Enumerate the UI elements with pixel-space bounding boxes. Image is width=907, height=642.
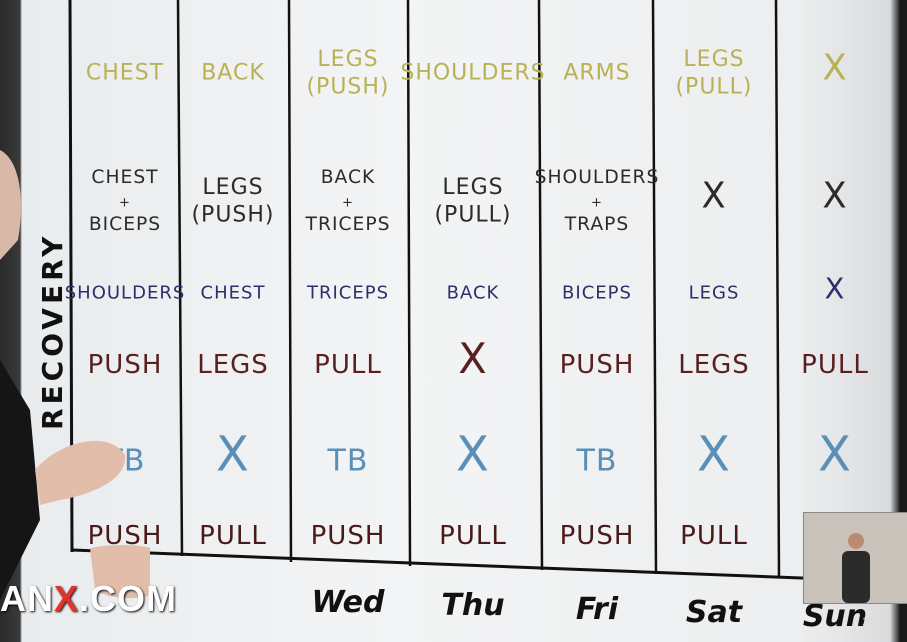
brand-text: AN — [0, 578, 54, 619]
workout-cell-text: PULL — [314, 350, 382, 380]
workout-cell-text: (PULL) — [434, 202, 511, 227]
day-label: Sun — [803, 599, 867, 634]
workout-cell-text: PUSH — [311, 521, 386, 551]
workout-cell-text: PUSH — [560, 521, 635, 551]
workout-cell-text: LEGS — [678, 350, 750, 380]
workout-cell-text: LEGS — [442, 175, 503, 200]
rest-mark: X — [701, 176, 726, 217]
day-label: Sat — [686, 595, 744, 630]
workout-cell-text: PULL — [801, 350, 869, 380]
video-timestamp: 13:11 — [862, 616, 889, 628]
workout-cell-text: BACK — [447, 282, 500, 303]
presenter-thumbnail-figure — [842, 533, 870, 603]
day-label: Wed — [312, 585, 386, 620]
workout-cell-text: SHOULDERS — [400, 61, 545, 86]
rest-mark: X — [216, 427, 250, 483]
workout-cell-text: + — [342, 196, 354, 211]
workout-cell-text: TRAPS — [564, 214, 630, 235]
column-divider — [651, 0, 658, 575]
video-frame: RECOVERY CHEST BACK LEGS (PUSH) SHOULDERS ARM… — [0, 0, 907, 642]
brand-watermark: ANX.COM — [0, 578, 177, 620]
workout-cell-text: PULL — [680, 521, 748, 551]
workout-cell-text: PUSH — [560, 350, 635, 380]
workout-cell-text: TRICEPS — [305, 214, 391, 235]
rest-mark: X — [822, 48, 847, 89]
workout-cell-text: LEGS — [317, 47, 378, 72]
presenter-silhouette — [0, 150, 150, 600]
workout-cell-text: CHEST — [201, 282, 266, 303]
workout-cell-text: BICEPS — [562, 282, 632, 303]
rest-mark: X — [458, 334, 488, 383]
column-divider — [176, 0, 184, 557]
workout-cell-text: LEGS — [197, 350, 269, 380]
workout-cell-text: (PUSH) — [306, 74, 389, 99]
workout-cell-text: PULL — [439, 521, 507, 551]
brand-accent: X — [54, 578, 80, 619]
rest-mark: X — [456, 427, 490, 483]
workout-cell-text: (PULL) — [675, 74, 752, 99]
workout-cell-text: BACK — [201, 61, 265, 86]
workout-cell-text: TB — [576, 444, 618, 479]
column-divider — [774, 0, 781, 579]
workout-cell-text: (PUSH) — [191, 202, 274, 227]
workout-cell-text: PULL — [199, 521, 267, 551]
rest-mark: X — [697, 427, 731, 483]
workout-cell-text: TB — [327, 444, 369, 479]
workout-cell-text: LEGS — [689, 282, 740, 303]
workout-cell-text: SHOULDERS — [535, 167, 660, 188]
workout-cell-text: + — [591, 196, 603, 211]
workout-cell-text: LEGS — [202, 175, 263, 200]
workout-grid: CHEST BACKLEGS(PUSH)SHOULDERS ARMSLEGS(PUL… — [65, 47, 869, 554]
rest-mark: X — [825, 271, 846, 305]
column-divider — [287, 0, 293, 563]
workout-cell-text: BACK — [321, 167, 376, 188]
workout-cell-text: ARMS — [563, 61, 630, 86]
board-bottom-line — [71, 548, 907, 584]
day-label: Thu — [441, 588, 504, 623]
brand-domain: .COM — [79, 578, 178, 619]
day-label: Fri — [576, 592, 619, 627]
video-thumbnail[interactable] — [803, 512, 907, 604]
rest-mark: X — [818, 427, 852, 483]
workout-cell-text: TRICEPS — [306, 282, 389, 303]
workout-cell-text: LEGS — [683, 47, 744, 72]
day-labels: Wed Thu Fri Sat Sun — [312, 585, 868, 634]
rest-mark: X — [822, 176, 847, 217]
